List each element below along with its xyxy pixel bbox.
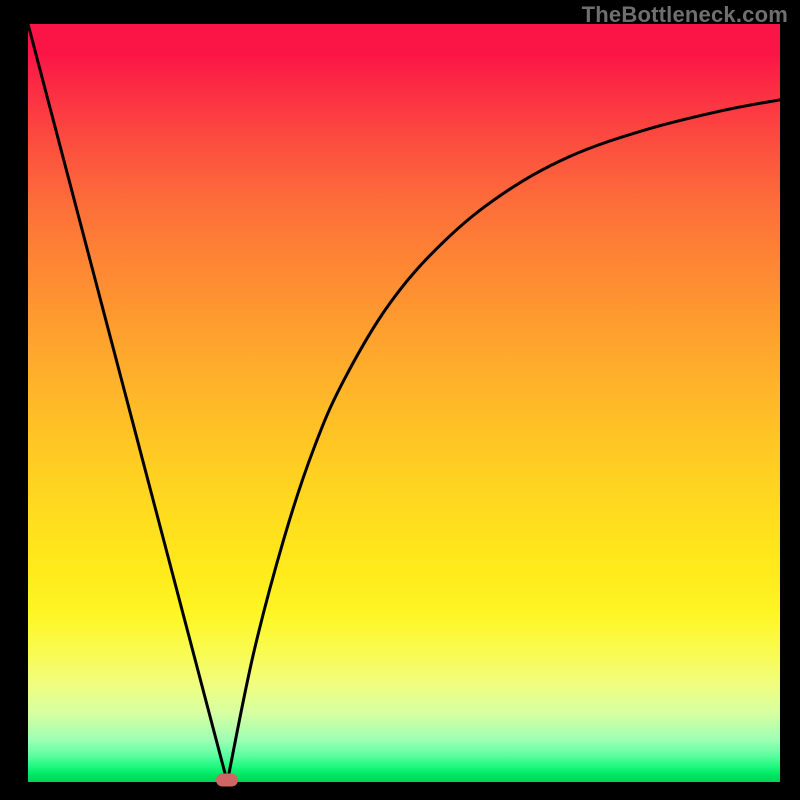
plot-area xyxy=(28,24,780,782)
chart-frame: TheBottleneck.com xyxy=(0,0,800,800)
bottleneck-curve xyxy=(28,24,780,782)
optimum-marker xyxy=(216,774,238,787)
curve-path xyxy=(28,24,780,782)
